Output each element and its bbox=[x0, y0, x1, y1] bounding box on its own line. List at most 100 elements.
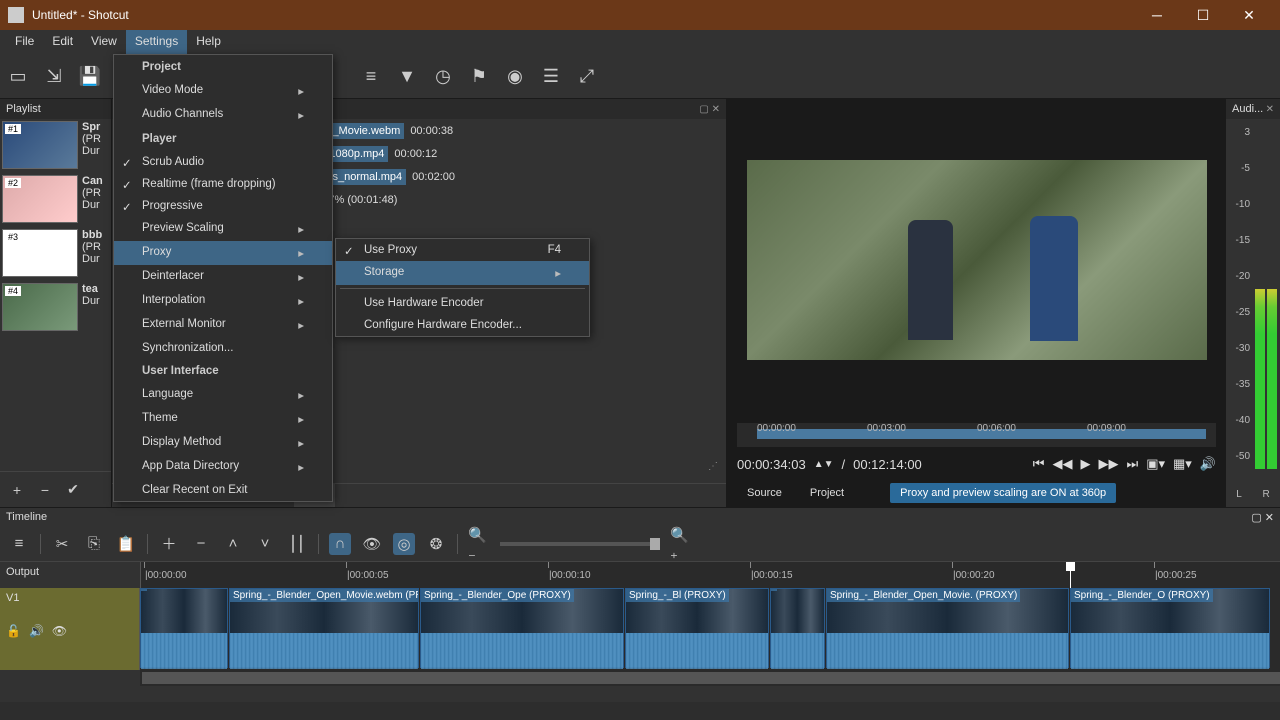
marker-icon[interactable]: ⚑ bbox=[467, 64, 491, 88]
zoom-slider[interactable] bbox=[500, 542, 660, 546]
ripple-icon[interactable]: ◎ bbox=[393, 533, 415, 555]
menu-view[interactable]: View bbox=[82, 30, 126, 54]
record-icon[interactable]: ◉ bbox=[503, 64, 527, 88]
timeline-clip[interactable]: Spring_-_Blender_O (PROXY) bbox=[1070, 588, 1270, 668]
fullscreen-icon[interactable]: ⤢ bbox=[575, 64, 599, 88]
minimize-button[interactable]: ─ bbox=[1134, 0, 1180, 30]
menu-synchronization[interactable]: Synchronization... bbox=[114, 337, 332, 359]
preview-viewport[interactable] bbox=[747, 160, 1207, 360]
split-icon[interactable]: ⎮⎮ bbox=[286, 533, 308, 555]
skip-end-icon[interactable]: ⏭ bbox=[1126, 456, 1138, 472]
menu-language[interactable]: Language▸ bbox=[114, 383, 332, 407]
overwrite-icon[interactable]: ˅ bbox=[254, 533, 276, 555]
menu-realtime[interactable]: ✓Realtime (frame dropping) bbox=[114, 173, 332, 195]
track-header[interactable]: V1 🔓 🔊 👁 bbox=[0, 588, 140, 670]
settings-menu: Project Video Mode▸ Audio Channels▸ Play… bbox=[113, 54, 333, 502]
menu-settings[interactable]: Settings bbox=[126, 30, 187, 54]
menu-proxy[interactable]: Proxy▸ bbox=[114, 241, 332, 265]
menu-display-method[interactable]: Display Method▸ bbox=[114, 431, 332, 455]
timeline-menu-icon[interactable]: ≡ bbox=[8, 533, 30, 555]
audio-close-icon[interactable]: ✕ bbox=[1266, 104, 1274, 115]
hide-icon[interactable]: 👁 bbox=[52, 624, 67, 638]
zoom-out-icon[interactable]: 🔍₋ bbox=[468, 533, 490, 555]
menu-edit[interactable]: Edit bbox=[43, 30, 82, 54]
playlist-remove-icon[interactable]: − bbox=[34, 479, 56, 501]
skip-start-icon[interactable]: ⏮ bbox=[1033, 456, 1045, 472]
scrub-icon[interactable]: 👁 bbox=[361, 533, 383, 555]
menu-video-mode[interactable]: Video Mode▸ bbox=[114, 79, 332, 103]
menu-theme[interactable]: Theme▸ bbox=[114, 407, 332, 431]
menu-proxy-storage[interactable]: Storage▸ bbox=[336, 261, 589, 285]
open-icon[interactable]: ▭ bbox=[6, 64, 30, 88]
snap-icon[interactable]: ∩ bbox=[329, 533, 351, 555]
menu-app-data[interactable]: App Data Directory▸ bbox=[114, 455, 332, 479]
open-other-icon[interactable]: ⇲ bbox=[42, 64, 66, 88]
app-icon bbox=[8, 7, 24, 23]
ripple-all-icon[interactable]: ❂ bbox=[425, 533, 447, 555]
playlist-item[interactable]: #1Spr(PRDur bbox=[0, 119, 111, 173]
timecode-current[interactable]: 00:00:34:03 bbox=[737, 457, 806, 472]
menu-use-proxy[interactable]: ✓Use ProxyF4 bbox=[336, 239, 589, 261]
track-body[interactable]: Spring_-_Blender_Open_Movie.webm (PROXY)… bbox=[140, 588, 1280, 670]
append-icon[interactable]: ＋ bbox=[158, 533, 180, 555]
filter-icon[interactable]: ▼ bbox=[395, 64, 419, 88]
play-icon[interactable]: ▶ bbox=[1080, 456, 1090, 472]
preview-scrubber[interactable]: 00:00:00 00:03:00 00:06:00 00:09:00 bbox=[737, 423, 1216, 447]
paste-icon[interactable]: 📋 bbox=[115, 533, 137, 555]
cut-icon[interactable]: ✂ bbox=[51, 533, 73, 555]
copy-icon[interactable]: ⎘ bbox=[83, 533, 105, 555]
menu-file[interactable]: File bbox=[6, 30, 43, 54]
timer-icon[interactable]: ◷ bbox=[431, 64, 455, 88]
menu-external-monitor[interactable]: External Monitor▸ bbox=[114, 313, 332, 337]
audio-meter-panel: Audi... ✕ 3-5-10-15-20-25-30-35-40-50 L … bbox=[1226, 99, 1280, 507]
list-icon[interactable]: ≡ bbox=[359, 64, 383, 88]
remove-icon[interactable]: − bbox=[190, 533, 212, 555]
menu-use-hw-encoder[interactable]: Use Hardware Encoder bbox=[336, 292, 589, 314]
timeline-close-icon[interactable]: ▢ ✕ bbox=[1251, 511, 1274, 524]
save-icon[interactable]: 💾 bbox=[78, 64, 102, 88]
zoom-icon[interactable]: ▣▾ bbox=[1146, 456, 1165, 472]
menu-clear-recent[interactable]: Clear Recent on Exit bbox=[114, 479, 332, 501]
maximize-button[interactable]: ☐ bbox=[1180, 0, 1226, 30]
grid-icon[interactable]: ▦▾ bbox=[1173, 456, 1192, 472]
playlist-title: Playlist bbox=[6, 103, 41, 115]
timeline-clip[interactable]: Spring_-_Blender_Open_Movie. (PROXY) bbox=[826, 588, 1069, 668]
forward-icon[interactable]: ▶▶ bbox=[1098, 456, 1118, 472]
proxy-status-message: Proxy and preview scaling are ON at 360p bbox=[890, 483, 1116, 503]
menu-config-hw-encoder[interactable]: Configure Hardware Encoder... bbox=[336, 314, 589, 336]
menu-help[interactable]: Help bbox=[187, 30, 230, 54]
rewind-icon[interactable]: ◀◀ bbox=[1052, 456, 1072, 472]
menu-audio-channels[interactable]: Audio Channels▸ bbox=[114, 103, 332, 127]
timeline-clip[interactable]: Spring_-_Blender_Open_Movie.webm (PROXY) bbox=[229, 588, 419, 668]
menu-deinterlacer[interactable]: Deinterlacer▸ bbox=[114, 265, 332, 289]
menu-bar: FileEditViewSettingsHelp bbox=[0, 30, 1280, 54]
playlist-add-icon[interactable]: + bbox=[6, 479, 28, 501]
playlist-check-icon[interactable]: ✔ bbox=[62, 479, 84, 501]
tab-project[interactable]: Project bbox=[800, 483, 854, 503]
output-label: Output bbox=[0, 562, 140, 588]
preview-panel: 00:00:00 00:03:00 00:06:00 00:09:00 00:0… bbox=[727, 99, 1226, 507]
mute-icon[interactable]: 🔊 bbox=[29, 624, 44, 638]
lock-icon[interactable]: 🔓 bbox=[6, 624, 21, 638]
jobs-close-icon[interactable]: ▢ ✕ bbox=[699, 104, 720, 115]
menu-interpolation[interactable]: Interpolation▸ bbox=[114, 289, 332, 313]
lift-icon[interactable]: ˄ bbox=[222, 533, 244, 555]
volume-icon[interactable]: 🔊 bbox=[1200, 456, 1216, 472]
stack-icon[interactable]: ☰ bbox=[539, 64, 563, 88]
timeline-scrollbar[interactable] bbox=[140, 670, 1280, 686]
window-title: Untitled* - Shotcut bbox=[32, 8, 1134, 22]
zoom-in-icon[interactable]: 🔍₊ bbox=[670, 533, 692, 555]
menu-scrub-audio[interactable]: ✓Scrub Audio bbox=[114, 151, 332, 173]
close-button[interactable]: ✕ bbox=[1226, 0, 1272, 30]
timeline-clip[interactable] bbox=[770, 588, 825, 668]
menu-progressive[interactable]: ✓Progressive bbox=[114, 195, 332, 217]
menu-preview-scaling[interactable]: Preview Scaling▸ bbox=[114, 217, 332, 241]
tab-source[interactable]: Source bbox=[737, 483, 792, 503]
playlist-item[interactable]: #4teaDur bbox=[0, 281, 111, 335]
timeline-clip[interactable]: Spring_-_Bl (PROXY) bbox=[625, 588, 769, 668]
timeline-clip[interactable]: Spring_-_Blender_Ope (PROXY) bbox=[420, 588, 624, 668]
playlist-item[interactable]: #3bbb(PRDur bbox=[0, 227, 111, 281]
resize-grip-icon[interactable]: ⋰ bbox=[708, 461, 720, 472]
playlist-item[interactable]: #2Can(PRDur bbox=[0, 173, 111, 227]
timeline-clip[interactable] bbox=[140, 588, 228, 668]
